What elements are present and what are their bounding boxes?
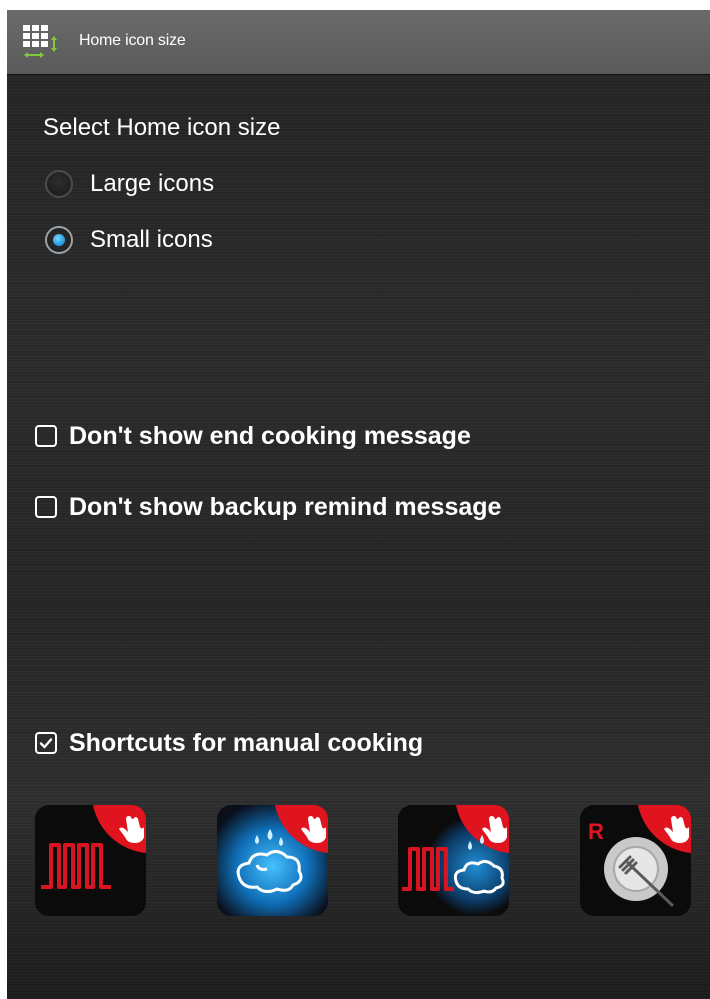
shortcut-combi-tile[interactable] — [398, 805, 509, 916]
radio-small-icons[interactable]: Small icons — [45, 222, 213, 258]
radio-large-icons[interactable]: Large icons — [45, 166, 214, 202]
checkmark-icon — [39, 738, 53, 749]
checkbox[interactable] — [35, 425, 57, 447]
action-bar: Home icon size — [7, 10, 710, 74]
combi-heat-steam-icon — [398, 805, 509, 916]
shortcut-regenerate-tile[interactable]: R — [580, 805, 691, 916]
grid-resize-icon[interactable] — [23, 25, 61, 61]
radio-label: Small icons — [90, 226, 213, 253]
radio-button[interactable] — [45, 170, 73, 198]
backup-remind-checkbox-row[interactable]: Don't show backup remind message — [35, 491, 501, 523]
steam-icon — [217, 805, 328, 916]
page-title: Home icon size — [79, 32, 186, 49]
shortcut-steam-tile[interactable] — [217, 805, 328, 916]
radio-button-selected[interactable] — [45, 226, 73, 254]
checkbox-label: Shortcuts for manual cooking — [69, 728, 424, 757]
regenerate-plate-icon: R — [580, 805, 691, 916]
shortcuts-checkbox-row[interactable]: Shortcuts for manual cooking — [35, 727, 423, 759]
checkbox[interactable] — [35, 496, 57, 518]
radio-label: Large icons — [90, 170, 215, 197]
checkbox-label: Don't show end cooking message — [69, 421, 471, 450]
tile-badge: R — [588, 819, 604, 844]
end-cooking-checkbox-row[interactable]: Don't show end cooking message — [35, 420, 471, 452]
shortcut-heating-tile[interactable] — [35, 805, 146, 916]
checkbox-label: Don't show backup remind message — [69, 492, 502, 521]
checkbox-checked[interactable] — [35, 732, 57, 754]
heating-element-icon — [35, 805, 146, 916]
icon-size-heading: Select Home icon size — [43, 114, 281, 141]
app-screen: Home icon size Select Home icon size Lar… — [7, 10, 710, 999]
